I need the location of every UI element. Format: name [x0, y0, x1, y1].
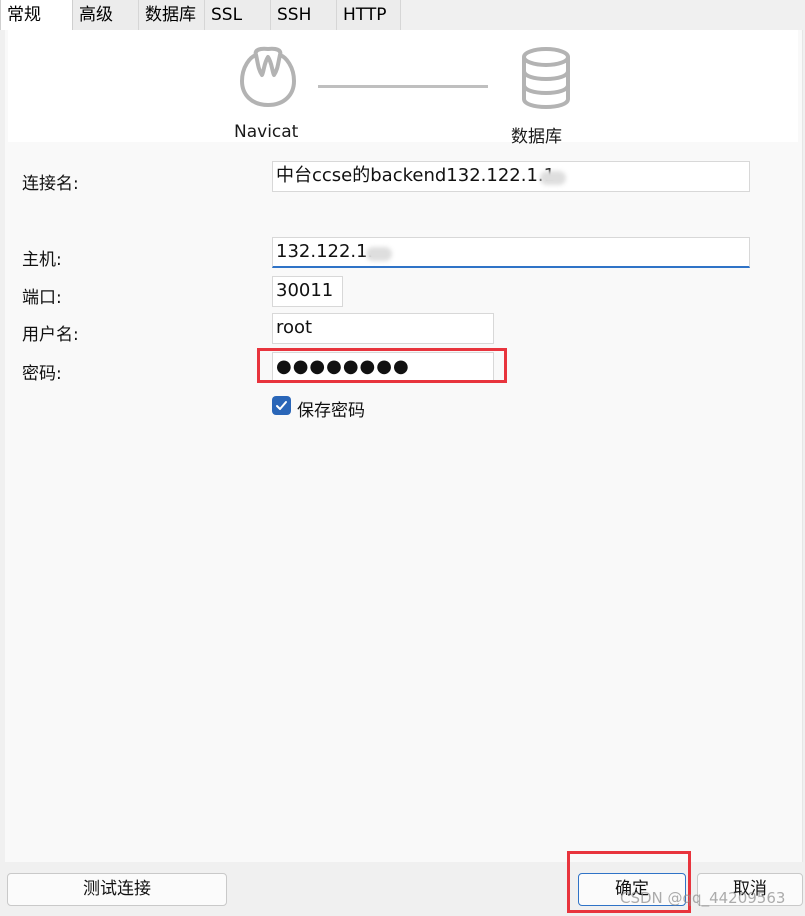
username-input[interactable]: root [272, 313, 494, 344]
connection-diagram: Navicat 数据库 [8, 30, 798, 147]
connection-line [318, 85, 488, 88]
redaction-blur [366, 247, 392, 261]
username-label: 用户名: [22, 325, 79, 345]
username-value: root [276, 317, 313, 338]
connection-name-input[interactable]: 中台ccse的backend132.122.1.1 [272, 161, 750, 192]
tab-label: HTTP [343, 5, 387, 25]
port-input[interactable]: 30011 [272, 276, 343, 307]
save-password-label: 保存密码 [297, 401, 365, 421]
general-panel [5, 30, 803, 862]
connection-name-label: 连接名: [22, 174, 79, 194]
tab-label: 高级 [79, 5, 113, 25]
tab-general[interactable]: 常规 [0, 0, 73, 30]
navicat-caption: Navicat [234, 122, 299, 142]
tab-advanced[interactable]: 高级 [73, 0, 139, 30]
tab-label: SSL [211, 5, 243, 25]
database-caption: 数据库 [511, 127, 562, 147]
save-password-checkbox[interactable] [272, 396, 291, 415]
port-label: 端口: [22, 288, 62, 308]
host-input[interactable]: 132.122.1. [272, 237, 750, 268]
host-label: 主机: [22, 250, 62, 270]
password-label: 密码: [22, 364, 62, 384]
password-input[interactable]: ●●●●●●●● [272, 352, 494, 383]
password-value: ●●●●●●●● [276, 356, 410, 377]
host-value: 132.122.1. [276, 241, 374, 262]
tab-ssh[interactable]: SSH [271, 0, 337, 30]
navicat-logo-icon [240, 46, 296, 107]
tab-ssl[interactable]: SSL [205, 0, 271, 30]
checkmark-icon [276, 401, 287, 410]
tab-database[interactable]: 数据库 [139, 0, 205, 30]
port-value: 30011 [276, 280, 334, 301]
test-connection-button[interactable]: 测试连接 [7, 873, 227, 906]
tab-label: SSH [277, 5, 312, 25]
test-connection-label: 测试连接 [83, 879, 151, 899]
tab-label: 数据库 [145, 5, 196, 25]
database-icon [522, 47, 570, 109]
tab-http[interactable]: HTTP [337, 0, 401, 30]
watermark-text: CSDN @qq_44209563 [620, 889, 786, 907]
redaction-blur [540, 171, 566, 185]
tab-bar: 常规 高级 数据库 SSL SSH HTTP [0, 0, 805, 30]
connection-name-value: 中台ccse的backend132.122.1.1 [276, 165, 556, 186]
tab-label: 常规 [7, 5, 41, 25]
